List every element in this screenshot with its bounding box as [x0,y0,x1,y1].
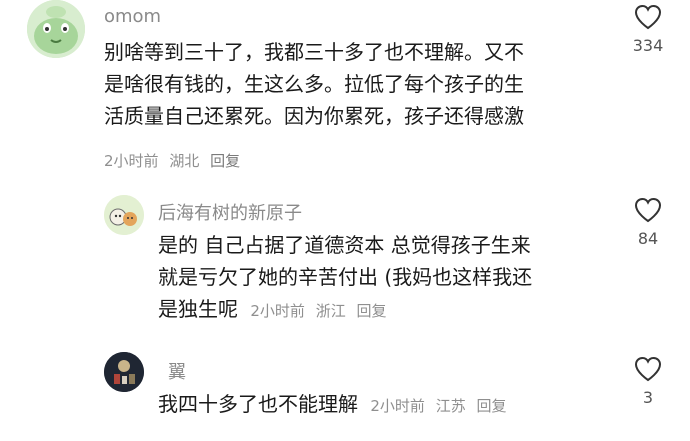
comment-line-text: 是独生呢 [158,297,238,321]
comment-line: 是啥很有钱的，生这么多。拉低了每个孩子的生 [104,72,524,96]
comment-line: 我四十多了也不能理解 2小时前 江苏 回复 [158,388,513,422]
comment-line: 活质量自己还累死。因为你累死，孩子还得感激 [104,104,524,128]
comment-line-text: 我四十多了也不能理解 [158,392,358,416]
comment-text: 是的 自己占据了道德资本 总觉得孩子生来 就是亏欠了她的辛苦付出 (我妈也这样我… [158,229,532,327]
reply-comment-item: 后海有树的新原子 是的 自己占据了道德资本 总觉得孩子生来 就是亏欠了她的辛苦付… [0,195,690,335]
avatar[interactable] [104,352,144,392]
comment-text: 别啥等到三十了，我都三十多了也不理解。又不 是啥很有钱的，生这么多。拉低了每个孩… [104,36,524,132]
username[interactable]: 后海有树的新原子 [158,199,302,225]
green-cartoon-avatar-icon [27,0,85,58]
comment-line: 是的 自己占据了道德资本 总觉得孩子生来 [158,233,531,257]
comment-text: 我四十多了也不能理解 2小时前 江苏 回复 [158,388,513,422]
avatar[interactable] [104,195,144,235]
like-button[interactable]: 334 [618,4,678,55]
reply-comment-item: 翼 我四十多了也不能理解 2小时前 江苏 回复 3 [0,352,690,432]
cartoon-animals-avatar-icon [104,195,144,235]
like-count: 334 [632,36,664,55]
comment-line: 别啥等到三十了，我都三十多了也不理解。又不 [104,40,524,64]
like-button[interactable]: 3 [618,356,678,407]
dark-photo-avatar-icon [104,352,144,392]
reply-button[interactable]: 回复 [476,397,506,415]
comment-line: 就是亏欠了她的辛苦付出 (我妈也这样我还 [158,265,533,289]
comment-item: omom 别啥等到三十了，我都三十多了也不理解。又不 是啥很有钱的，生这么多。拉… [0,0,690,175]
heart-outline-icon [634,197,662,223]
timestamp: 2小时前 [104,152,159,170]
like-button[interactable]: 84 [618,197,678,248]
comment-meta: 2小时前 江苏 回复 [370,397,512,415]
avatar[interactable] [27,0,85,58]
location: 浙江 [315,302,346,320]
location: 湖北 [169,152,200,170]
username[interactable]: omom [104,6,161,27]
like-count: 3 [642,388,654,407]
reply-button[interactable]: 回复 [356,302,386,320]
heart-outline-icon [634,356,662,382]
comment-meta: 2小时前 湖北 回复 [104,150,246,171]
comment-line: 是独生呢 2小时前 浙江 回复 [158,293,532,327]
timestamp: 2小时前 [370,397,425,415]
reply-button[interactable]: 回复 [210,152,240,170]
like-count: 84 [637,229,659,248]
timestamp: 2小时前 [250,302,305,320]
comment-meta: 2小时前 浙江 回复 [250,302,392,320]
heart-outline-icon [634,4,662,30]
location: 江苏 [435,397,466,415]
username[interactable]: 翼 [168,358,186,384]
